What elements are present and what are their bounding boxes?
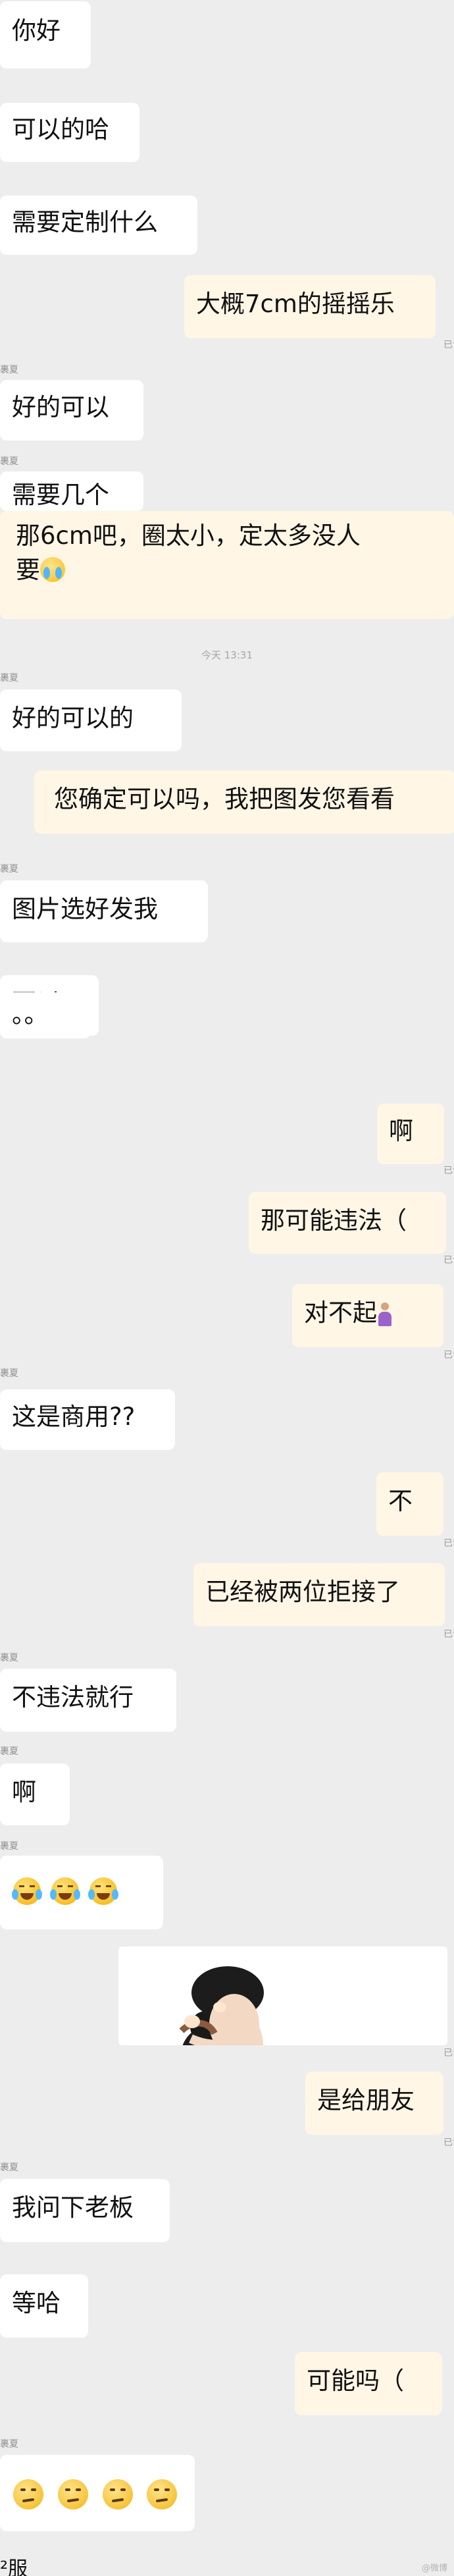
message-bubble[interactable]: 大概7cm的摇摇乐 bbox=[184, 275, 436, 338]
smirking-face-icon bbox=[102, 2479, 133, 2509]
message-bubble[interactable]: 那6cm吧，圈太小，定太多没人 要 bbox=[0, 511, 454, 619]
message-text: 你好 bbox=[12, 16, 61, 45]
sender-label: 裹夏 bbox=[0, 1653, 18, 1663]
read-status: 已读 bbox=[443, 1538, 454, 1549]
message-bubble[interactable]: 不违法就行 bbox=[0, 1669, 176, 1732]
message-bubble[interactable]: 那可能违法（ bbox=[249, 1192, 446, 1254]
message-bubble[interactable]: 好的可以 bbox=[0, 380, 143, 441]
message-bubble[interactable]: 可以的哈 bbox=[0, 103, 139, 162]
message-bubble[interactable]: 需要定制什么 bbox=[0, 196, 197, 255]
message-text: 我问下老板 bbox=[12, 2193, 134, 2222]
loudly-crying-face-icon bbox=[40, 557, 65, 582]
sender-label: 裹夏 bbox=[0, 2162, 18, 2173]
message-text: 啊 bbox=[389, 1117, 413, 1145]
read-status: 已读 bbox=[443, 1166, 454, 1176]
message-bubble[interactable]: 对不起 bbox=[292, 1284, 443, 1347]
timestamp: 今天 13:31 bbox=[201, 649, 253, 661]
smirking-face-icon bbox=[13, 2479, 43, 2509]
message-text: 这是商用?? bbox=[12, 1403, 136, 1431]
message-bubble[interactable]: 需要几个 bbox=[0, 471, 143, 511]
message-bubble[interactable]: 可能吗（ bbox=[295, 2352, 442, 2415]
message-text: 好的可以的 bbox=[12, 704, 134, 732]
message-bubble[interactable] bbox=[0, 1856, 163, 1929]
message-bubble[interactable]: 等哈 bbox=[0, 2274, 88, 2338]
message-text: 不 bbox=[388, 1487, 413, 1515]
message-text: 已经被两位拒接了 bbox=[205, 1578, 400, 1606]
message-bubble[interactable]: 是给朋友 bbox=[305, 2072, 443, 2135]
message-bubble[interactable]: 啊 bbox=[0, 1763, 70, 1825]
message-text: 好的可以 bbox=[12, 393, 109, 421]
message-text: 需要几个 bbox=[12, 481, 109, 509]
sender-label: 裹夏 bbox=[0, 365, 18, 375]
sender-label: 裹夏 bbox=[0, 1746, 18, 1757]
smirking-face-icon bbox=[57, 2479, 88, 2509]
message-text: 可能吗（ bbox=[307, 2367, 404, 2395]
sender-label: 裹夏 bbox=[0, 456, 18, 467]
message-bubble[interactable]: 这是商用?? bbox=[0, 1389, 175, 1450]
face-with-tears-of-joy-icon bbox=[49, 1877, 80, 1905]
read-status: 已读 bbox=[443, 1629, 454, 1640]
message-text: 不违法就行 bbox=[12, 1683, 134, 1711]
message-bubble[interactable]: 啊 bbox=[377, 1104, 444, 1164]
read-status: 已读 bbox=[443, 340, 454, 350]
message-bubble[interactable]: 你好 bbox=[0, 1, 91, 68]
sender-label: 裹夏 bbox=[0, 2439, 18, 2450]
smirking-face-icon bbox=[147, 2479, 178, 2509]
message-text: 您确定可以吗，我把图发您看看 bbox=[54, 785, 395, 813]
image-message[interactable] bbox=[118, 1946, 447, 2045]
face-with-tears-of-joy-icon bbox=[88, 1877, 118, 1905]
message-text: 大概7cm的摇摇乐 bbox=[196, 290, 395, 318]
message-text: 对不起 bbox=[304, 1299, 377, 1327]
message-text: 那可能违法（ bbox=[261, 1206, 407, 1235]
sender-label: 裹夏 bbox=[0, 864, 18, 874]
message-text: 要 bbox=[16, 556, 40, 584]
sender-label: 裹夏 bbox=[0, 673, 18, 684]
bottom-text: ²服 bbox=[0, 2558, 28, 2576]
watermark: @微博 bbox=[421, 2563, 447, 2573]
face-with-tears-of-joy-icon bbox=[12, 1877, 42, 1905]
message-bubble[interactable]: 好的可以的 bbox=[0, 689, 182, 751]
message-text: 那6cm吧，圈太小，定太多没人 bbox=[16, 522, 361, 550]
person-icon bbox=[377, 1302, 391, 1326]
message-bubble[interactable]: 不 bbox=[376, 1472, 443, 1536]
message-text: 可以的哈 bbox=[12, 115, 109, 144]
read-status: 已读 bbox=[443, 1350, 454, 1360]
message-bubble[interactable]: 已经被两位拒接了 bbox=[193, 1563, 445, 1626]
message-bubble[interactable]: 您确定可以吗，我把图发您看看 bbox=[34, 770, 454, 834]
message-bubble[interactable] bbox=[0, 2455, 195, 2531]
sender-label: 裹夏 bbox=[0, 1841, 18, 1852]
message-bubble[interactable]: 。。 bbox=[0, 992, 91, 1038]
sender-label: 裹夏 bbox=[0, 1368, 18, 1379]
message-bubble[interactable]: 图片选好发我 bbox=[0, 880, 208, 942]
illustration-image bbox=[118, 1946, 447, 2045]
read-status: 已读 bbox=[443, 2048, 454, 2058]
message-text: 啊 bbox=[12, 1778, 36, 1806]
message-bubble[interactable]: 我问下老板 bbox=[0, 2179, 170, 2242]
message-text: 等哈 bbox=[12, 2289, 61, 2317]
message-text: 需要定制什么 bbox=[12, 208, 158, 236]
message-text: 图片选好发我 bbox=[12, 895, 158, 923]
read-status: 已读 bbox=[443, 2137, 454, 2148]
read-status: 已读 bbox=[443, 1255, 454, 1266]
message-text: 是给朋友 bbox=[317, 2086, 415, 2114]
chat-screen: { "messages": { "m1": "你好", "m2": "可以的哈"… bbox=[0, 0, 454, 2576]
message-text: 。。 bbox=[12, 1000, 49, 1029]
